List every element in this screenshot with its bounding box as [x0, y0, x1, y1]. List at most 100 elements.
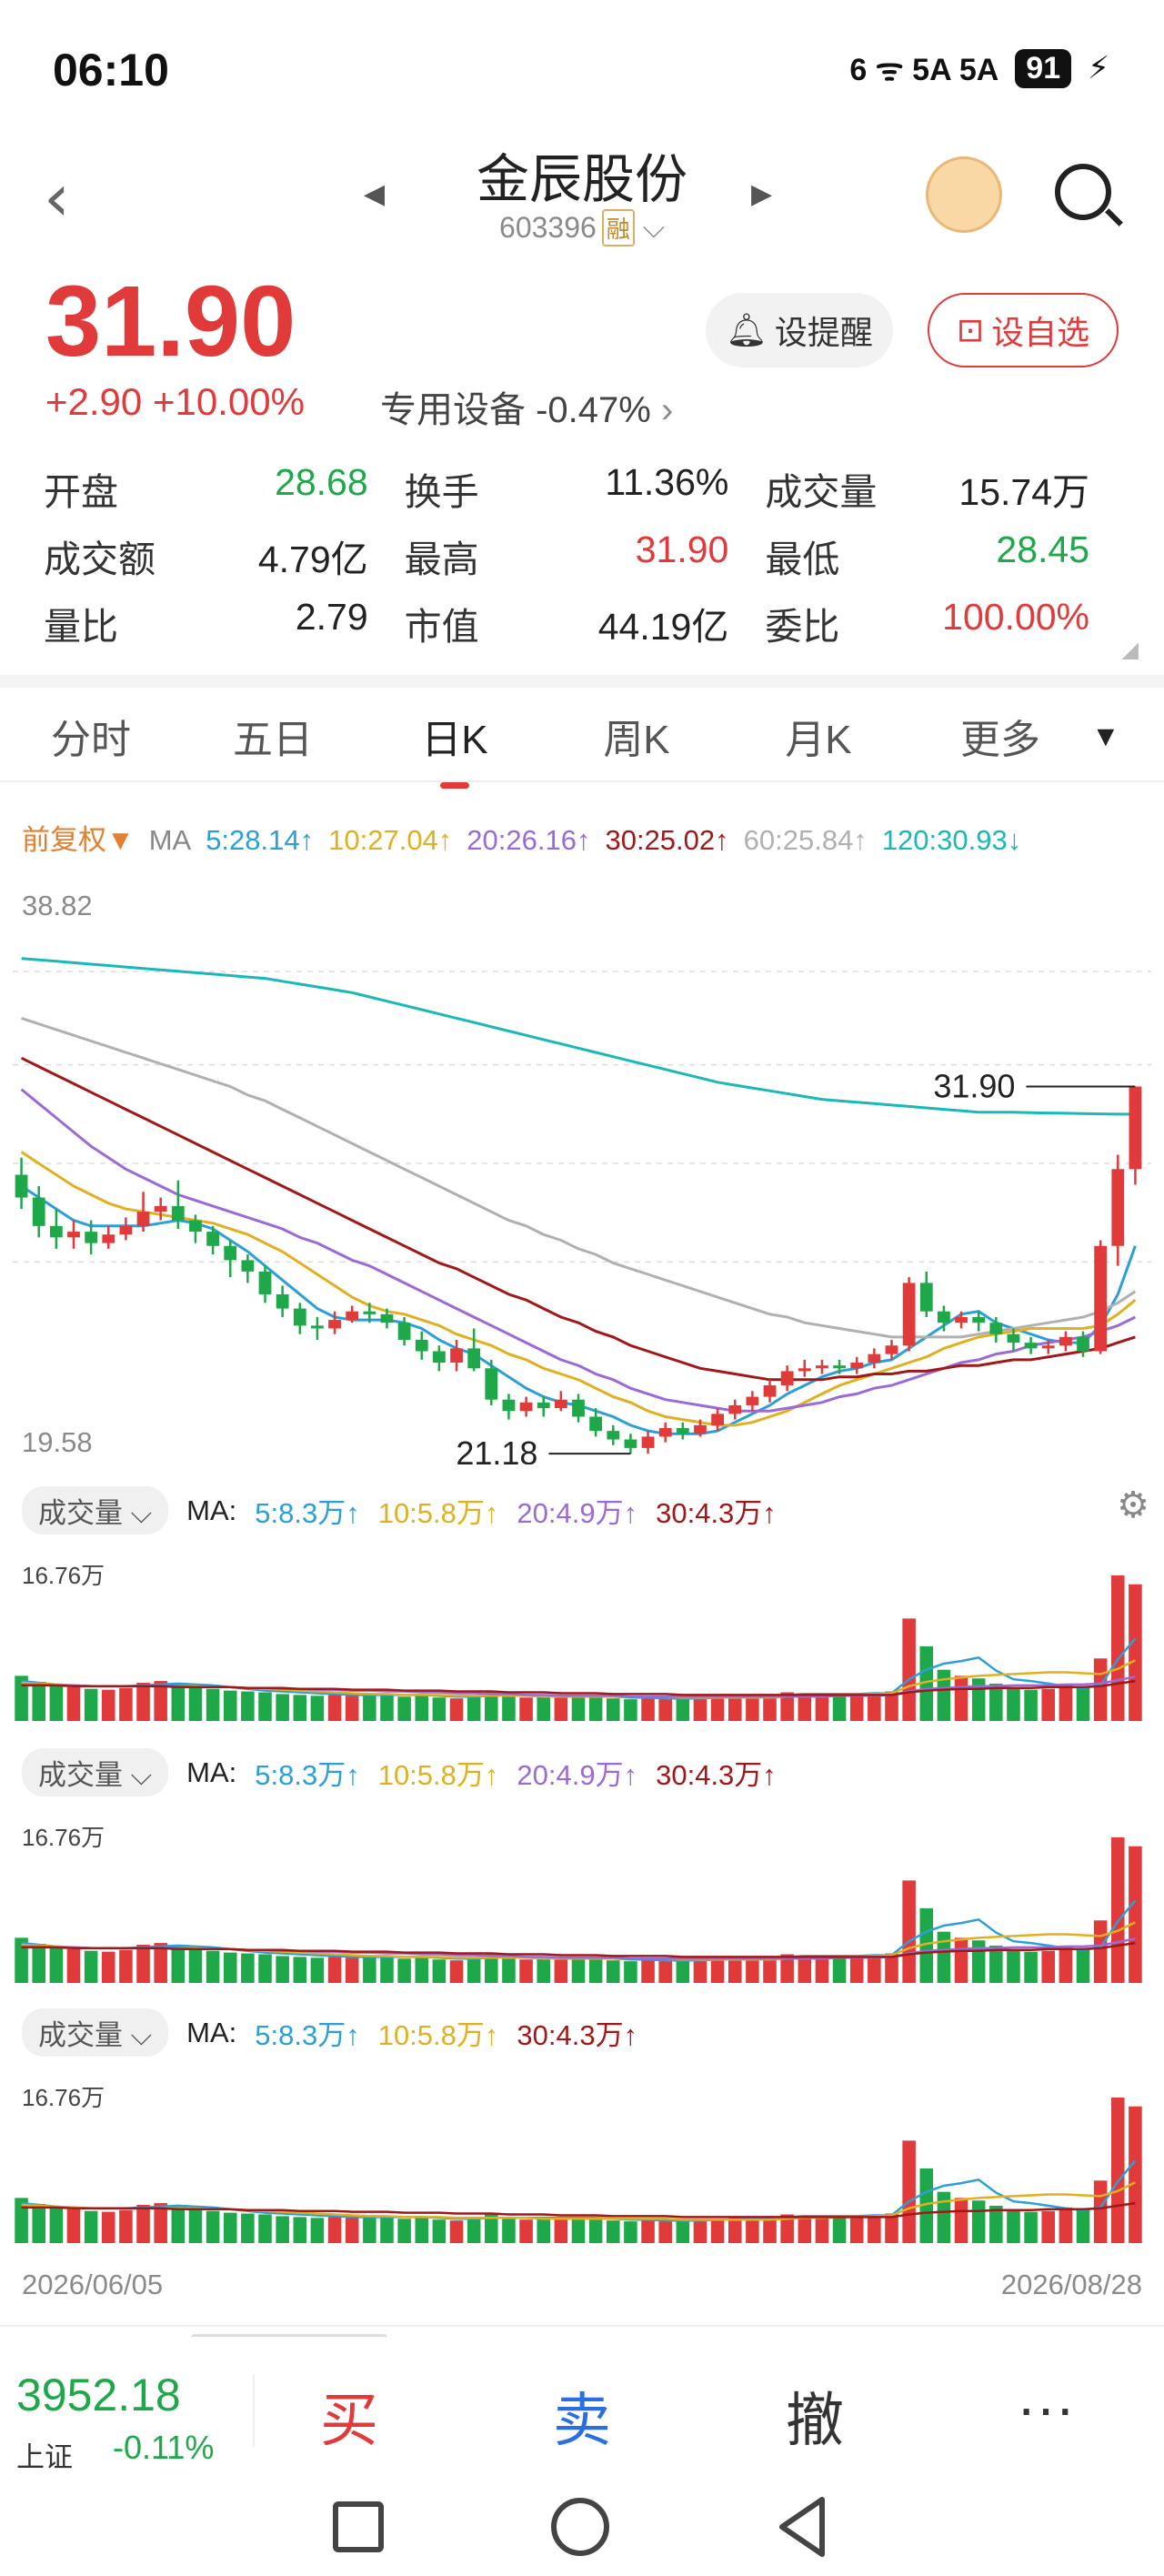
volume-bar	[519, 2219, 533, 2243]
volume-bar	[902, 2140, 916, 2243]
volume-chart[interactable]	[0, 1805, 1164, 1987]
ma-value: 10:27.04↑	[328, 824, 453, 856]
volume-bar	[641, 1960, 655, 1983]
tabs-dropdown-icon[interactable]: ▼	[1091, 719, 1164, 753]
expand-corner-icon[interactable]: ◢	[1122, 637, 1139, 663]
volume-bar	[832, 2217, 847, 2243]
adjust-selector[interactable]: 前复权▼	[22, 824, 135, 856]
candle-body	[624, 1439, 637, 1448]
volume-bar	[868, 2215, 881, 2243]
candle	[780, 1365, 794, 1392]
candle	[502, 1394, 516, 1420]
cancel-order-button[interactable]: 撤	[724, 2374, 906, 2458]
tab-0[interactable]: 分时	[0, 707, 182, 765]
chevron-right-icon: ›	[650, 390, 674, 430]
volume-bar	[171, 1684, 186, 1721]
drag-handle[interactable]	[191, 2334, 387, 2341]
stat-value: 28.45	[996, 528, 1090, 570]
volume-bar	[1076, 1687, 1090, 1721]
volume-bar	[693, 1697, 707, 1721]
low-marker-label: 21.18	[456, 1434, 537, 1464]
index-change: -0.11%	[113, 2429, 215, 2466]
candle-body	[485, 1368, 498, 1400]
candle-body	[433, 1351, 446, 1363]
set-alert-button[interactable]: 🔔︎ 设提醒	[706, 293, 893, 367]
volume-ma-label: MA:	[186, 2016, 237, 2048]
volume-bar	[101, 2211, 115, 2243]
volume-bar	[554, 1957, 568, 1983]
nav-back-icon[interactable]	[775, 2494, 829, 2560]
ma-value: 120:30.93↓	[881, 824, 1022, 856]
volume-ma-value: 20:4.9万↑	[517, 1759, 638, 1791]
volume-bar	[937, 2191, 951, 2243]
volume-ma-line-10	[21, 2181, 1136, 2221]
volume-bar	[293, 1957, 307, 1983]
tab-3[interactable]: 周K	[546, 707, 728, 765]
volume-chart[interactable]	[0, 2065, 1164, 2247]
chart-tabs: 分时 五日 日K 周K 月K 更多 ▼	[0, 697, 1164, 789]
tab-5[interactable]: 更多	[909, 707, 1091, 765]
ma-value: 60:25.84↑	[743, 824, 868, 856]
candle-body	[972, 1316, 986, 1323]
candle-body	[850, 1363, 864, 1369]
volume-bar	[310, 2218, 325, 2243]
volume-legend: 成交量 ⌵ MA: 5:8.3万↑ 10:5.8万↑ 30:4.3万↑	[22, 2008, 656, 2057]
volume-bar	[467, 1695, 481, 1721]
signal-icon: 6 ᯤ 5A 5A	[849, 53, 999, 87]
volume-bar	[119, 1949, 133, 1983]
mascot-icon[interactable]	[926, 156, 1002, 233]
sell-button[interactable]: 卖	[491, 2374, 673, 2458]
ma-value: 5:28.14↑	[206, 824, 315, 856]
tab-4[interactable]: 月K	[728, 707, 909, 765]
volume-selector[interactable]: 成交量 ⌵	[22, 1748, 169, 1796]
volume-chart[interactable]	[0, 1543, 1164, 1725]
margin-badge: 融	[601, 209, 635, 247]
stat-label: 最高	[404, 538, 479, 580]
volume-bar	[49, 1685, 64, 1721]
sector-link[interactable]: 专用设备 -0.47% ›	[380, 380, 673, 433]
candle	[485, 1359, 498, 1405]
volume-bar	[624, 1699, 637, 1721]
home-icon[interactable]	[551, 2498, 609, 2556]
volume-bar	[258, 1692, 272, 1721]
volume-selector[interactable]: 成交量 ⌵	[22, 1486, 169, 1535]
stat-cell: 市值 44.19亿	[405, 596, 766, 650]
volume-bar	[380, 2217, 394, 2243]
volume-bar	[607, 1960, 620, 1983]
buy-button[interactable]: 买	[258, 2374, 440, 2458]
tab-1[interactable]: 五日	[182, 707, 364, 765]
volume-bar	[571, 2217, 586, 2243]
volume-bar	[588, 2219, 603, 2243]
more-button[interactable]: ···	[955, 2374, 1137, 2441]
volume-bar	[432, 1959, 447, 1983]
candle	[1111, 1154, 1125, 1266]
volume-bar	[1024, 1951, 1038, 1983]
volume-bar	[815, 2216, 829, 2243]
search-icon[interactable]	[1055, 164, 1111, 220]
index-name: 上证	[16, 2441, 73, 2473]
tab-2[interactable]: 日K	[364, 707, 546, 789]
candle	[49, 1209, 63, 1249]
candle-body	[798, 1368, 811, 1372]
section-divider	[0, 675, 1164, 688]
stat-label: 量比	[44, 606, 118, 648]
set-alert-label: 设提醒	[774, 314, 873, 351]
volume-bar	[624, 2221, 637, 2243]
stat-value: 15.74万	[958, 471, 1090, 513]
volume-bar	[710, 1696, 725, 1721]
volume-bar	[119, 1687, 133, 1721]
candle	[746, 1391, 759, 1412]
index-value[interactable]: 3952.18	[16, 2369, 181, 2421]
volume-bar	[84, 1950, 98, 1983]
recent-apps-icon[interactable]	[333, 2501, 384, 2552]
candle-body	[241, 1260, 255, 1272]
volume-bar	[1059, 1947, 1073, 1983]
volume-selector[interactable]: 成交量 ⌵	[22, 2008, 169, 2057]
volume-bar	[276, 1694, 289, 1721]
stat-label: 最低	[765, 538, 840, 580]
kline-chart[interactable]: 31.90 21.18	[0, 873, 1164, 1464]
candle-body	[276, 1293, 289, 1309]
candle-body	[154, 1205, 167, 1213]
add-favorite-button[interactable]: ⊡ 设自选	[928, 293, 1119, 367]
settings-icon[interactable]: ⚙	[1117, 1484, 1149, 1526]
